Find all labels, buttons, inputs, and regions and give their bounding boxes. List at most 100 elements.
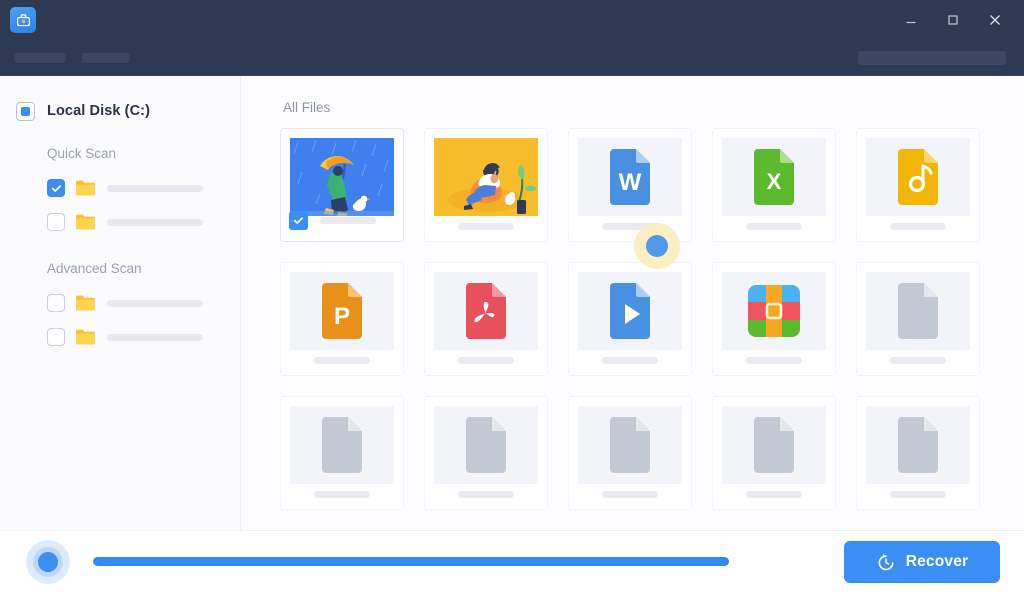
local-disk-checkbox[interactable] bbox=[16, 101, 35, 121]
file-card-footer bbox=[434, 357, 538, 364]
generic-file-icon bbox=[866, 406, 970, 484]
restore-clock-icon bbox=[876, 552, 896, 572]
folder-checkbox[interactable] bbox=[47, 294, 65, 312]
file-card-footer bbox=[722, 357, 826, 364]
image-thumbnail-relax-icon bbox=[434, 138, 538, 216]
generic-file-icon bbox=[434, 406, 538, 484]
file-card[interactable] bbox=[857, 129, 979, 241]
file-card-footer bbox=[866, 223, 970, 230]
page-title: All Files bbox=[283, 100, 331, 115]
folder-icon bbox=[75, 294, 97, 312]
sidebar-folder-row[interactable] bbox=[0, 205, 240, 239]
sidebar-item-local-disk[interactable]: Local Disk (C:) bbox=[0, 94, 240, 124]
file-name-placeholder bbox=[602, 357, 658, 364]
file-card[interactable] bbox=[857, 263, 979, 375]
bottom-bar: Recover bbox=[0, 530, 1024, 592]
file-grid: W X P bbox=[281, 129, 1002, 509]
folder-name-placeholder bbox=[107, 218, 203, 226]
file-card[interactable] bbox=[425, 397, 547, 509]
file-name-placeholder bbox=[458, 223, 514, 230]
folder-icon bbox=[75, 328, 97, 346]
file-card[interactable] bbox=[281, 397, 403, 509]
image-thumbnail-rain-icon bbox=[290, 138, 394, 216]
archive-file-icon bbox=[722, 272, 826, 350]
sidebar-folder-row[interactable] bbox=[0, 286, 240, 320]
folder-name-placeholder bbox=[107, 184, 203, 192]
pdf-file-icon bbox=[434, 272, 538, 350]
file-card[interactable] bbox=[569, 397, 691, 509]
file-card[interactable]: X bbox=[713, 129, 835, 241]
maximize-button[interactable] bbox=[932, 0, 974, 40]
file-checkbox[interactable] bbox=[289, 211, 308, 230]
nav-placeholder-right[interactable] bbox=[858, 50, 1006, 65]
svg-text:X: X bbox=[767, 169, 782, 194]
nav-band bbox=[0, 40, 1024, 76]
app-window: Local Disk (C:) Quick Scan Advanced Scan… bbox=[0, 0, 1024, 592]
excel-spreadsheet-icon: X bbox=[722, 138, 826, 216]
file-card[interactable] bbox=[281, 129, 403, 241]
folder-checkbox[interactable] bbox=[47, 213, 65, 231]
sidebar: Local Disk (C:) Quick Scan Advanced Scan bbox=[0, 76, 241, 530]
file-card-footer bbox=[434, 491, 538, 498]
section-title-quick-scan: Quick Scan bbox=[47, 146, 117, 161]
close-button[interactable] bbox=[974, 0, 1016, 40]
window-body: Local Disk (C:) Quick Scan Advanced Scan… bbox=[0, 76, 1024, 530]
file-card[interactable] bbox=[425, 263, 547, 375]
file-card-footer bbox=[722, 223, 826, 230]
word-document-icon: W bbox=[578, 138, 682, 216]
local-disk-label: Local Disk (C:) bbox=[47, 103, 151, 119]
generic-file-icon bbox=[866, 272, 970, 350]
file-card[interactable] bbox=[857, 397, 979, 509]
folder-checkbox[interactable] bbox=[47, 179, 65, 197]
file-name-placeholder bbox=[746, 223, 802, 230]
file-name-placeholder bbox=[320, 217, 376, 224]
app-logo-icon bbox=[10, 7, 36, 33]
scanning-indicator bbox=[26, 539, 70, 584]
file-card[interactable] bbox=[713, 263, 835, 375]
folder-name-placeholder bbox=[107, 333, 203, 341]
file-card-footer bbox=[290, 491, 394, 498]
file-name-placeholder bbox=[890, 223, 946, 230]
file-card[interactable] bbox=[569, 263, 691, 375]
file-name-placeholder bbox=[890, 491, 946, 498]
file-name-placeholder bbox=[602, 491, 658, 498]
file-card-footer bbox=[578, 357, 682, 364]
svg-text:W: W bbox=[619, 169, 642, 196]
file-name-placeholder bbox=[746, 491, 802, 498]
sidebar-folder-row[interactable] bbox=[0, 171, 240, 205]
file-name-placeholder bbox=[746, 357, 802, 364]
minimize-button[interactable] bbox=[890, 0, 932, 40]
file-card[interactable] bbox=[713, 397, 835, 509]
file-card[interactable] bbox=[425, 129, 547, 241]
file-card[interactable]: W bbox=[569, 129, 691, 241]
folder-icon bbox=[75, 179, 97, 197]
recover-button[interactable]: Recover bbox=[844, 540, 1000, 583]
folder-icon bbox=[75, 213, 97, 231]
video-file-icon bbox=[578, 272, 682, 350]
recover-button-label: Recover bbox=[905, 552, 969, 570]
file-card-footer bbox=[866, 357, 970, 364]
generic-file-icon bbox=[290, 406, 394, 484]
powerpoint-file-icon: P bbox=[290, 272, 394, 350]
file-card-footer bbox=[434, 223, 538, 230]
title-bar bbox=[0, 0, 1024, 40]
file-card-footer bbox=[866, 491, 970, 498]
svg-text:P: P bbox=[334, 303, 350, 330]
folder-name-placeholder bbox=[107, 299, 203, 307]
sidebar-folder-row[interactable] bbox=[0, 320, 240, 354]
file-card-footer bbox=[290, 357, 394, 364]
section-title-advanced-scan: Advanced Scan bbox=[47, 261, 142, 276]
file-card[interactable]: P bbox=[281, 263, 403, 375]
file-name-placeholder bbox=[890, 357, 946, 364]
scan-progress-bar bbox=[93, 557, 808, 566]
nav-placeholder-left-2[interactable] bbox=[82, 52, 130, 63]
scan-progress-fill bbox=[93, 557, 730, 566]
generic-file-icon bbox=[578, 406, 682, 484]
cursor-click-indicator bbox=[634, 223, 680, 269]
nav-placeholder-left-1[interactable] bbox=[14, 52, 66, 63]
file-name-placeholder bbox=[458, 491, 514, 498]
file-card-footer bbox=[722, 491, 826, 498]
generic-file-icon bbox=[722, 406, 826, 484]
file-name-placeholder bbox=[314, 491, 370, 498]
folder-checkbox[interactable] bbox=[47, 328, 65, 346]
